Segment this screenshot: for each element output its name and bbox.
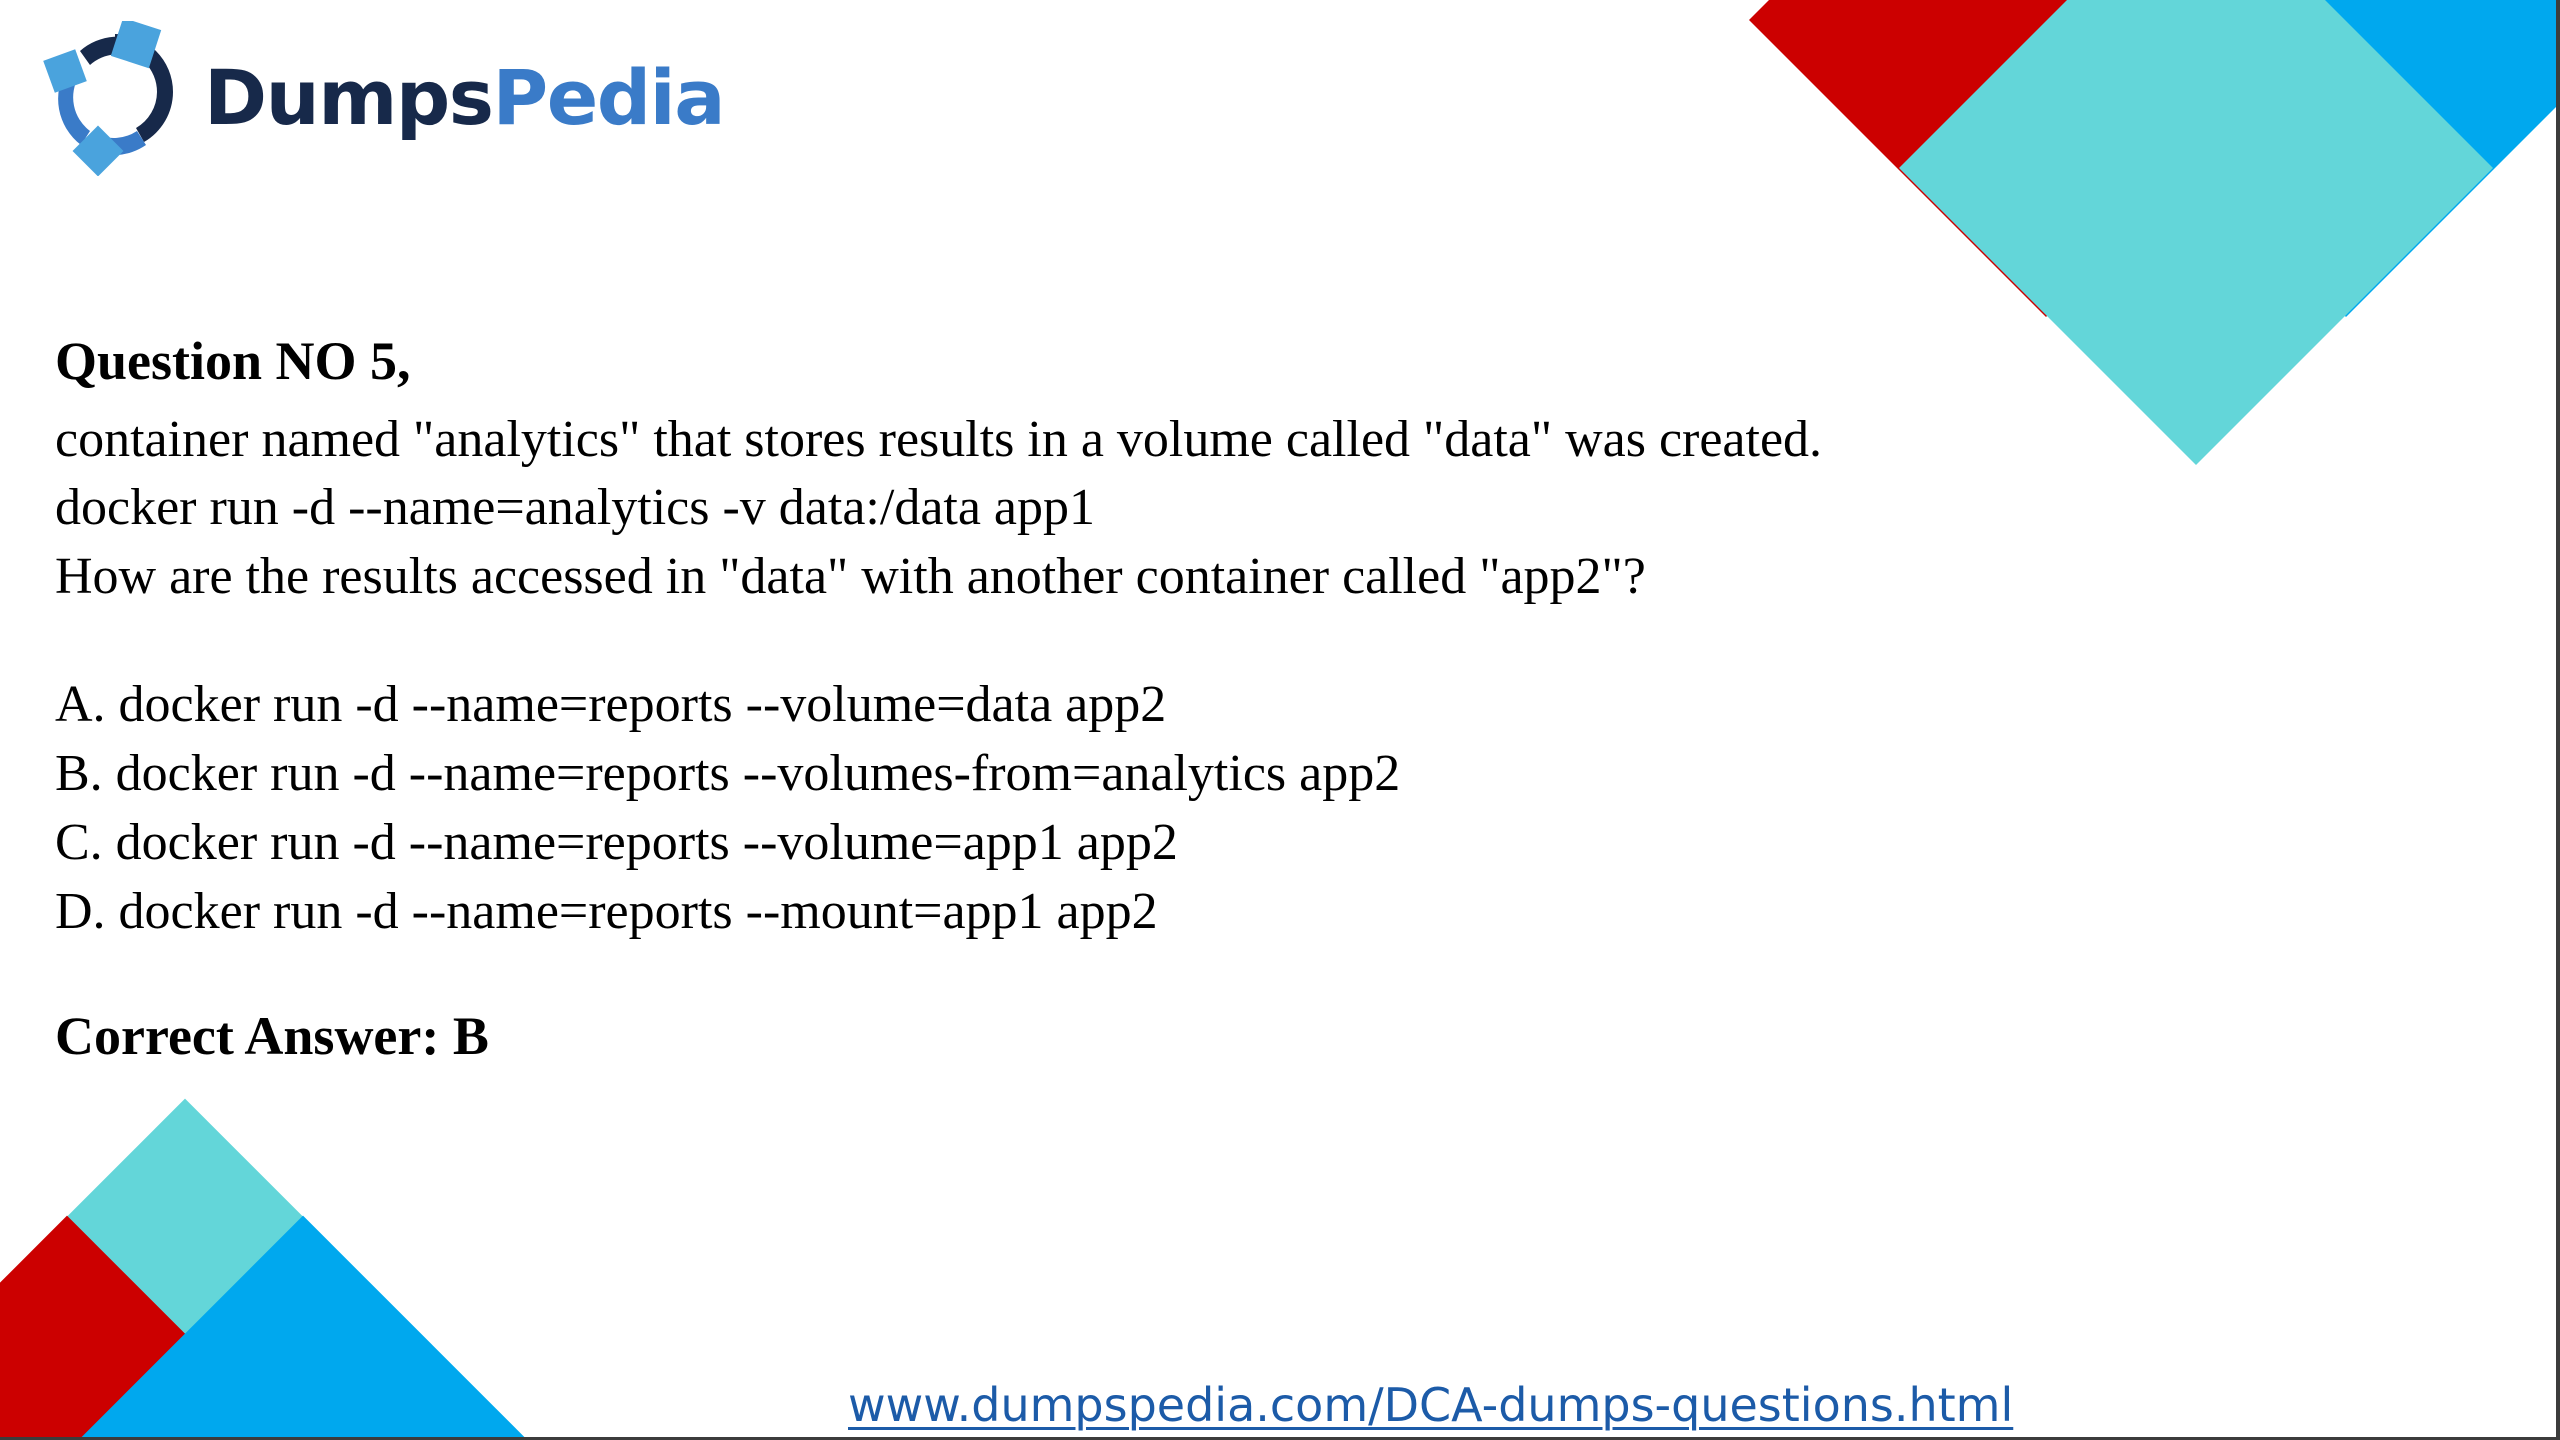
question-content: Question NO 5, container named "analytic… (55, 330, 2355, 1069)
answer-option-c[interactable]: C. docker run -d --name=reports --volume… (55, 808, 2355, 877)
footer-website-link[interactable]: www.dumpspedia.com/DCA-dumps-questions.h… (848, 1378, 2013, 1432)
brand-wordmark: DumpsPedia (204, 60, 726, 136)
diamond-teal-icon (0, 1098, 419, 1437)
correct-answer-label: Correct Answer: B (55, 1006, 489, 1067)
wordmark-pedia: Pedia (492, 53, 726, 142)
question-line-2: docker run -d --name=analytics -v data:/… (55, 479, 1095, 537)
slide-canvas: DumpsPedia Question NO 5, container name… (0, 0, 2560, 1440)
question-line-3: How are the results accessed in "data" w… (55, 547, 1646, 605)
question-line-1: container named "analytics" that stores … (55, 410, 1823, 468)
diamond-red-icon (0, 1215, 301, 1437)
answer-option-d[interactable]: D. docker run -d --name=reports --mount=… (55, 877, 2355, 946)
diamond-blue-icon (69, 1215, 537, 1437)
answer-option-a[interactable]: A. docker run -d --name=reports --volume… (55, 670, 2355, 739)
dumpspedia-circle-squares-logo-icon (43, 20, 173, 176)
decoration-bottom-left (0, 1098, 550, 1437)
brand-logo: DumpsPedia (40, 18, 726, 178)
question-heading: Question NO 5, (55, 331, 411, 391)
diamond-blue-icon (2049, 0, 2556, 317)
wordmark-dumps: Dumps (204, 53, 494, 142)
answer-option-b[interactable]: B. docker run -d --name=reports --volume… (55, 739, 2355, 808)
diamond-red-icon (1749, 0, 2343, 317)
